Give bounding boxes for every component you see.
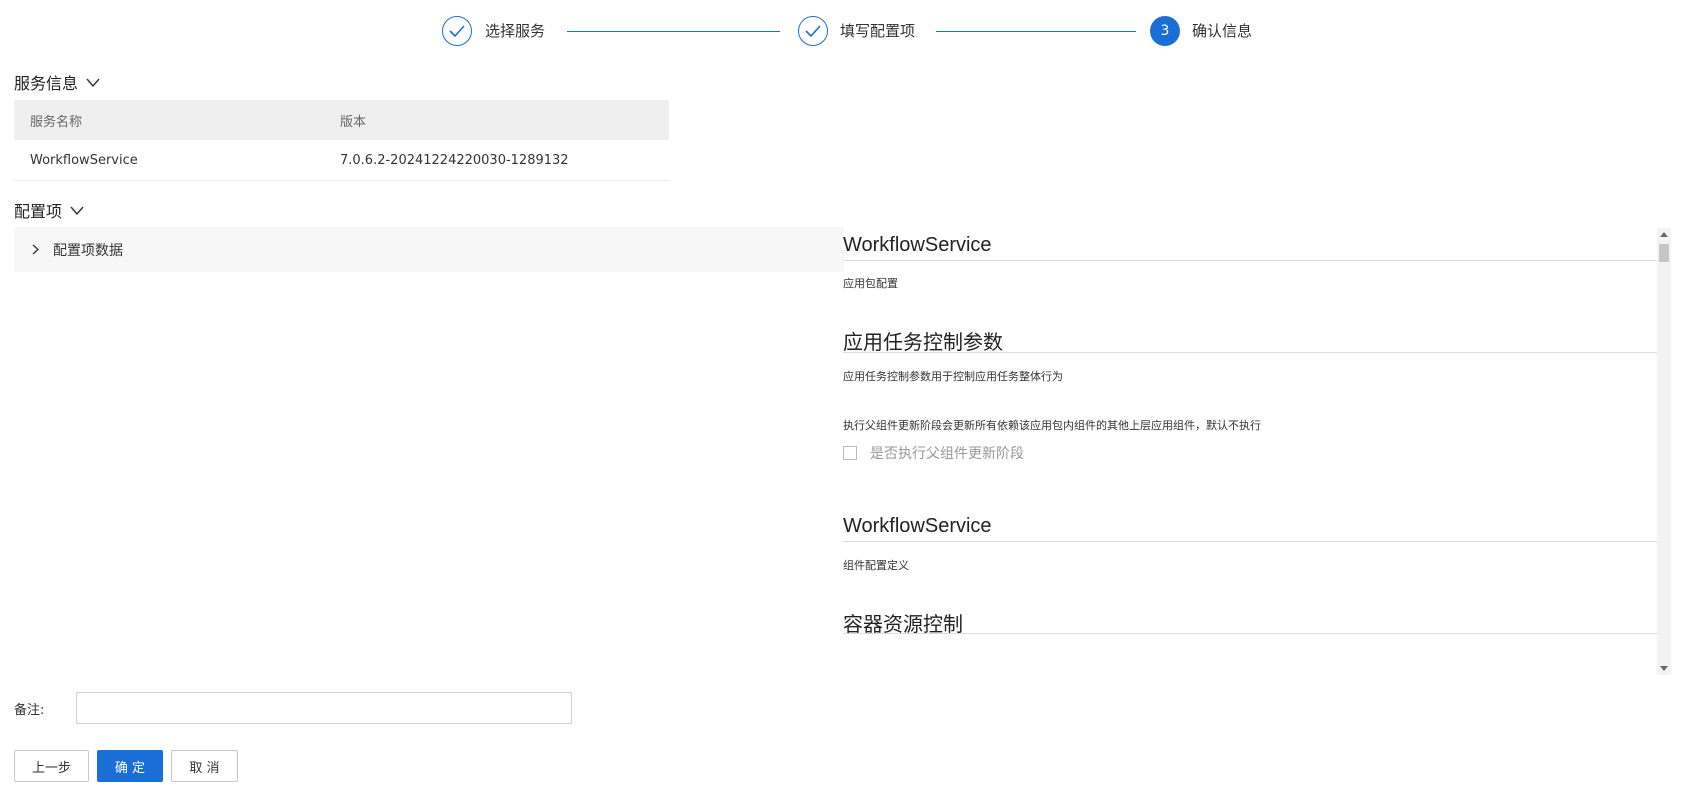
section-desc-component: 组件配置定义	[843, 559, 909, 572]
scroll-down-icon[interactable]	[1660, 666, 1668, 671]
config-data-collapse[interactable]: 配置项数据	[14, 227, 844, 272]
divider	[843, 541, 1657, 542]
step-3-label: 确认信息	[1192, 22, 1253, 40]
step-2-check-icon	[798, 16, 828, 46]
step-3-number: 3	[1150, 16, 1180, 46]
divider	[843, 633, 1657, 634]
scroll-thumb[interactable]	[1659, 244, 1669, 262]
chevron-down-icon	[86, 78, 100, 87]
config-data-label: 配置项数据	[53, 242, 123, 259]
remark-label: 备注:	[14, 703, 45, 718]
step-connector-2	[936, 31, 1136, 32]
section-title-task-control: 应用任务控制参数	[843, 332, 1003, 354]
cancel-button[interactable]: 取 消	[171, 750, 238, 782]
section-title-component: WorkflowService	[843, 515, 992, 537]
config-header[interactable]: 配置项	[14, 198, 84, 222]
parent-update-checkbox[interactable]	[843, 446, 857, 460]
config-title: 配置项	[14, 202, 63, 221]
step-connector-1	[567, 31, 780, 32]
panel-scrollbar[interactable]	[1657, 228, 1671, 675]
chevron-down-icon	[70, 206, 84, 215]
parent-update-note: 执行父组件更新阶段会更新所有依赖该应用包内组件的其他上层应用组件，默认不执行	[843, 419, 1261, 432]
step-1-check-icon	[442, 16, 472, 46]
section-desc-package: 应用包配置	[843, 277, 898, 290]
step-1-label: 选择服务	[485, 22, 546, 40]
section-title-workflowservice: WorkflowService	[843, 234, 992, 256]
chevron-right-icon	[32, 244, 39, 255]
divider	[843, 352, 1657, 353]
parent-update-checkbox-label[interactable]: 是否执行父组件更新阶段	[870, 443, 1024, 463]
column-header-version: 版本	[340, 114, 367, 130]
divider	[843, 260, 1657, 261]
confirm-button[interactable]: 确 定	[97, 750, 163, 782]
service-info-header[interactable]: 服务信息	[14, 70, 100, 94]
service-table: 服务名称 版本 WorkflowService 7.0.6.2-20241224…	[14, 100, 669, 181]
service-name-cell: WorkflowService	[30, 152, 138, 168]
scroll-up-icon[interactable]	[1660, 232, 1668, 237]
column-header-name: 服务名称	[30, 114, 83, 130]
table-header: 服务名称 版本	[14, 100, 669, 140]
table-row: WorkflowService 7.0.6.2-20241224220030-1…	[14, 140, 669, 181]
service-info-title: 服务信息	[14, 74, 79, 93]
section-desc-task-control: 应用任务控制参数用于控制应用任务整体行为	[843, 370, 1063, 383]
step-2-label: 填写配置项	[840, 22, 916, 40]
service-version-cell: 7.0.6.2-20241224220030-1289132	[340, 152, 569, 168]
prev-button[interactable]: 上一步	[14, 750, 89, 782]
remark-input[interactable]	[76, 692, 572, 724]
